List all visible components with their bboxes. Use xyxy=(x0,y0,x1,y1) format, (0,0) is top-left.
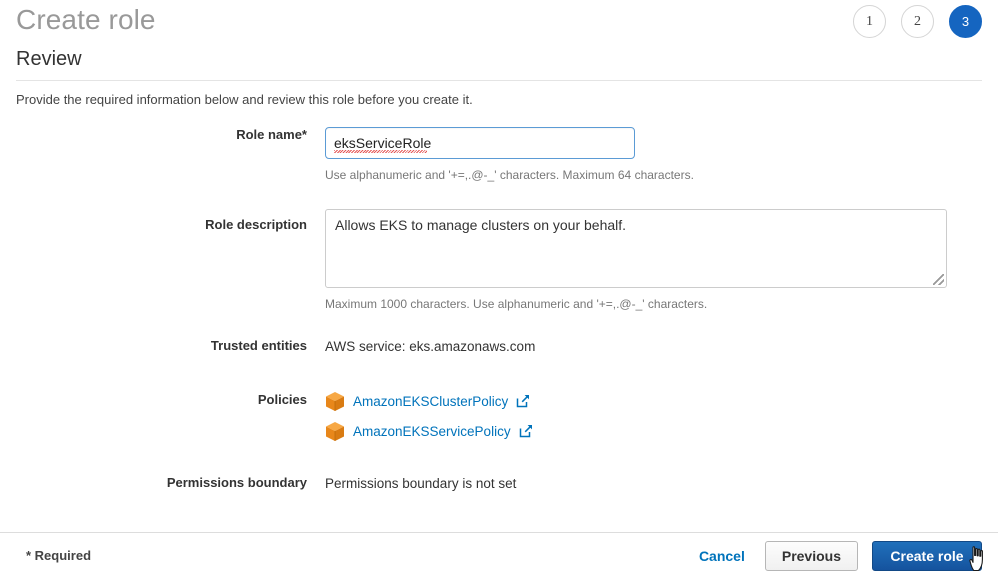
external-link-icon[interactable] xyxy=(519,424,533,438)
policy-list-item: AmazonEKSServicePolicy xyxy=(325,420,998,442)
role-name-input[interactable] xyxy=(325,127,635,159)
resize-handle[interactable] xyxy=(933,274,944,285)
page-title: Create role xyxy=(16,4,156,35)
step-indicator-1[interactable]: 1 xyxy=(853,5,886,38)
role-name-label: Role name* xyxy=(236,127,307,142)
role-name-input-wrap xyxy=(325,127,635,159)
create-role-button[interactable]: Create role xyxy=(872,540,982,571)
permissions-boundary-row: Permissions boundary Permissions boundar… xyxy=(0,475,998,491)
external-link-icon[interactable] xyxy=(516,394,530,408)
policy-link[interactable]: AmazonEKSClusterPolicy xyxy=(353,394,508,409)
trusted-entities-value: AWS service: eks.amazonaws.com xyxy=(325,339,536,354)
policy-link[interactable]: AmazonEKSServicePolicy xyxy=(353,424,511,439)
role-description-textarea[interactable]: Allows EKS to manage clusters on your be… xyxy=(325,209,947,288)
role-description-value: Allows EKS to manage clusters on your be… xyxy=(335,217,627,233)
role-name-row: Role name* Use alphanumeric and '+=,.@-_… xyxy=(0,127,998,182)
trusted-entities-row: Trusted entities AWS service: eks.amazon… xyxy=(0,338,998,354)
policy-cube-icon xyxy=(325,421,345,442)
footer-bar: * Required Cancel Previous Create role xyxy=(0,532,998,578)
permissions-boundary-label: Permissions boundary xyxy=(166,475,307,490)
step-1-label: 1 xyxy=(866,13,873,29)
review-form: Role name* Use alphanumeric and '+=,.@-_… xyxy=(0,127,998,491)
required-note: * Required xyxy=(26,548,92,563)
section-title: Review xyxy=(16,48,82,70)
step-3-label: 3 xyxy=(961,14,970,29)
step-indicator-3[interactable]: 3 xyxy=(949,5,982,38)
role-name-hint: Use alphanumeric and '+=,.@-_' character… xyxy=(325,168,694,182)
step-indicator: 1 2 3 xyxy=(853,5,982,38)
cancel-button[interactable]: Cancel xyxy=(693,548,751,564)
policies-label: Policies xyxy=(257,392,307,407)
role-description-hint: Maximum 1000 characters. Use alphanumeri… xyxy=(325,297,708,311)
policy-cube-icon xyxy=(325,391,345,412)
step-2-label: 2 xyxy=(914,13,921,29)
header-divider xyxy=(16,80,982,81)
policy-list: AmazonEKSClusterPolicy AmazonEKSServiceP… xyxy=(325,390,998,442)
step-indicator-2[interactable]: 2 xyxy=(901,5,934,38)
role-description-label: Role description xyxy=(205,217,307,232)
footer-actions: Cancel Previous Create role xyxy=(693,540,982,571)
section-intro: Provide the required information below a… xyxy=(16,92,473,107)
policy-list-item: AmazonEKSClusterPolicy xyxy=(325,390,998,412)
role-description-row: Role description Allows EKS to manage cl… xyxy=(0,209,998,311)
trusted-entities-label: Trusted entities xyxy=(210,338,307,353)
policies-row: Policies AmazonEKSClusterPolicy AmazonEK… xyxy=(0,390,998,442)
previous-button[interactable]: Previous xyxy=(764,540,858,571)
permissions-boundary-value: Permissions boundary is not set xyxy=(325,476,517,491)
page-header: Create role 1 2 3 xyxy=(0,0,998,38)
